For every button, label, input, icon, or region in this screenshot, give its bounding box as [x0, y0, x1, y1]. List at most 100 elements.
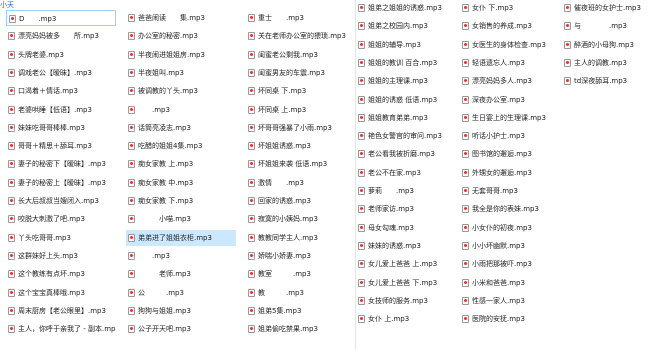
file-item[interactable]: 公 .mp3 [126, 285, 236, 301]
file-item[interactable]: 公子开天吧.mp3 [126, 321, 236, 337]
file-item[interactable]: 被调教的丫头.mp3 [126, 83, 236, 99]
file-item[interactable]: 催夜班的女护士.mp3 [562, 0, 662, 16]
file-item[interactable]: 姐姐的辅导.mp3 [356, 37, 456, 53]
file-item[interactable]: 这个教练有点坏.mp3 [6, 266, 116, 282]
file-item[interactable]: 姐姐教育弟弟.mp3 [356, 110, 456, 126]
file-item[interactable]: 丫头吃哥哥.mp3 [6, 230, 116, 246]
file-item[interactable]: td深夜舔耳.mp3 [562, 73, 662, 89]
file-item[interactable]: 娇喘小娇妻.mp3 [246, 248, 356, 264]
file-item[interactable]: 小小坏幽默.mp3 [460, 238, 560, 254]
file-item[interactable]: 小米和爸爸.mp3 [460, 275, 560, 291]
file-item[interactable]: 图书馆的邂逅.mp3 [460, 146, 560, 162]
file-item[interactable]: 老师家访.mp3 [356, 201, 456, 217]
file-item[interactable]: 哥哥＋精思＋舔耳.mp3 [6, 138, 116, 154]
file-item[interactable]: 教教同学主人.mp3 [246, 230, 356, 246]
file-item[interactable]: 轻语遗忘人.mp3 [460, 55, 560, 71]
file-item[interactable]: 性感一家人.mp3 [460, 293, 560, 309]
file-name: 吃醋的姐姐4集.mp3 [138, 142, 203, 151]
file-item[interactable]: 头牌老婆.mp3 [6, 47, 116, 63]
file-item[interactable]: 小女仆的初夜.mp3 [460, 220, 560, 236]
file-item[interactable]: 姐弟偷吃禁果.mp3 [246, 321, 356, 337]
file-item[interactable]: 激情 .mp3 [246, 175, 356, 191]
file-item[interactable]: 教 .mp3 [246, 285, 356, 301]
file-item[interactable]: 周末厨房【老公眼里】.mp3 [6, 303, 116, 319]
file-item[interactable]: 这群妹好上头.mp3 [6, 248, 116, 264]
file-item[interactable]: 听话小护士.mp3 [460, 128, 560, 144]
file-item[interactable]: 妹妹的诱惑.mp3 [356, 238, 456, 254]
file-item[interactable]: 狗狗与姐姐.mp3 [126, 303, 236, 319]
file-item[interactable]: 姐姐的诱惑 低语.mp3 [356, 92, 456, 108]
file-item[interactable]: 老公看我被折磨.mp3 [356, 146, 456, 162]
file-item[interactable]: 外甥女的邂逅.mp3 [460, 165, 560, 181]
file-item[interactable]: 爸爸闹读 集.mp3 [126, 10, 236, 26]
file-item[interactable]: 小雨把那被吓.mp3 [460, 256, 560, 272]
file-item[interactable]: 坏姐姐诱惑.mp3 [246, 138, 356, 154]
file-item[interactable]: 小喵.mp3 [126, 211, 236, 227]
file-item[interactable]: 医院的安抚.mp3 [460, 311, 560, 327]
file-item[interactable]: .mp3 [126, 102, 236, 118]
file-item[interactable]: 姐弟5集.mp3 [246, 303, 356, 319]
file-item[interactable]: 寂寞的小姨妈.mp3 [246, 211, 356, 227]
file-item[interactable]: 长大后叔叔当嫂闭入.mp3 [6, 193, 116, 209]
file-item[interactable]: 回家的诱惑.mp3 [246, 193, 356, 209]
file-item[interactable]: 咬脱大刺激了吧.mp3 [6, 211, 116, 227]
file-item[interactable]: 老婆哄睡【低语】.mp3 [6, 102, 116, 118]
file-item[interactable]: 闺蜜男友的车震.mp3 [246, 65, 356, 81]
file-item[interactable]: 女销售的养成.mp3 [460, 18, 560, 34]
file-item[interactable]: 话筒亮凌志.mp3 [126, 120, 236, 136]
file-item[interactable]: 坏同桌 下.mp3 [246, 83, 356, 99]
file-item[interactable]: .mp3 [126, 248, 236, 264]
file-item[interactable]: 这个宝宝真棒哦.mp3 [6, 285, 116, 301]
file-item[interactable]: 调戏老公【暧昧】.mp3 [6, 65, 116, 81]
file-item[interactable]: 关在老师办公室的猥琐.mp3 [246, 28, 356, 44]
file-item[interactable]: 痴女家教 下.mp3 [126, 193, 236, 209]
file-item[interactable]: 妻子的秘密下【暧昧】.mp3 [6, 156, 116, 172]
file-item[interactable]: 漂亮妈妈被多 所.mp3 [6, 28, 116, 44]
file-item[interactable]: 半夜姐叫.mp3 [126, 65, 236, 81]
file-item[interactable]: 弟弟进了姐姐衣柜.mp3 [126, 229, 236, 246]
file-item[interactable]: 吃醋的姐姐4集.mp3 [126, 138, 236, 154]
file-item[interactable]: 女仆 上.mp3 [356, 311, 456, 327]
file-item[interactable]: 办公室的秘密.mp3 [126, 28, 236, 44]
file-item[interactable]: 主人，你呼于亲我了 - 副本.mp3 [6, 321, 116, 337]
file-name: 话筒亮凌志.mp3 [138, 123, 191, 132]
file-item[interactable]: 坏同桌 上.mp3 [246, 102, 356, 118]
file-name: 公子开天吧.mp3 [138, 325, 191, 334]
file-item[interactable]: 姐姐的教训 百合.mp3 [356, 55, 456, 71]
file-item[interactable]: 老师.mp3 [126, 266, 236, 282]
file-item[interactable]: 醉酒的小母狗.mp3 [562, 37, 662, 53]
file-item[interactable]: 老公不在家.mp3 [356, 165, 456, 181]
file-item[interactable]: 深夜办公室.mp3 [460, 92, 560, 108]
file-item[interactable]: 妹妹吃哥哥棒棒.mp3 [6, 120, 116, 136]
file-item[interactable]: 闺蜜老公剩我.mp3 [246, 47, 356, 63]
file-item[interactable]: 姐弟之姐姐的诱惑.mp3 [356, 0, 456, 16]
audio-file-icon [462, 296, 469, 305]
file-item[interactable]: D .mp3 [6, 10, 116, 26]
file-item[interactable]: 重士 .mp3 [246, 10, 356, 26]
file-item[interactable]: 妻子的秘密上【暧昧】.mp3 [6, 175, 116, 191]
file-name: 寂寞的小姨妈.mp3 [258, 215, 318, 224]
file-item[interactable]: 女医生的身体检查.mp3 [460, 37, 560, 53]
file-item[interactable]: 我全是你的表妹.mp3 [460, 201, 560, 217]
file-item[interactable]: 生日宴上的生理课.mp3 [460, 110, 560, 126]
file-item[interactable]: 口渴着＋情话.mp3 [6, 83, 116, 99]
file-item[interactable]: 坏哥哥强暴了小雨.mp3 [246, 120, 356, 136]
file-item[interactable]: 主人的调教.mp3 [562, 55, 662, 71]
file-item[interactable]: 痴女家教 上.mp3 [126, 156, 236, 172]
file-item[interactable]: 无套哥哥.mp3 [460, 183, 560, 199]
file-item[interactable]: 痴女家教 中.mp3 [126, 175, 236, 191]
file-item[interactable]: 与 .mp3 [562, 18, 662, 34]
file-item[interactable]: 女仆 下.mp3 [460, 0, 560, 16]
file-item[interactable]: 漂亮妈妈多人.mp3 [460, 73, 560, 89]
file-item[interactable]: 女儿爱上爸爸 下.mp3 [356, 275, 456, 291]
file-item[interactable]: 女儿爱上爸爸 上.mp3 [356, 256, 456, 272]
file-item[interactable]: 坏姐姐来袭 低语.mp3 [246, 156, 356, 172]
file-item[interactable]: 姐姐的主理课.mp3 [356, 73, 456, 89]
file-item[interactable]: 艳色女警官的审问.mp3 [356, 128, 456, 144]
file-item[interactable]: 母女勾魂.mp3 [356, 220, 456, 236]
file-item[interactable]: 姐弟之校园内.mp3 [356, 18, 456, 34]
file-item[interactable]: 教室 .mp3 [246, 266, 356, 282]
file-item[interactable]: 女技师的服务.mp3 [356, 293, 456, 309]
file-item[interactable]: 半夜闹进姐姐房.mp3 [126, 47, 236, 63]
file-item[interactable]: 萝莉 .mp3 [356, 183, 456, 199]
